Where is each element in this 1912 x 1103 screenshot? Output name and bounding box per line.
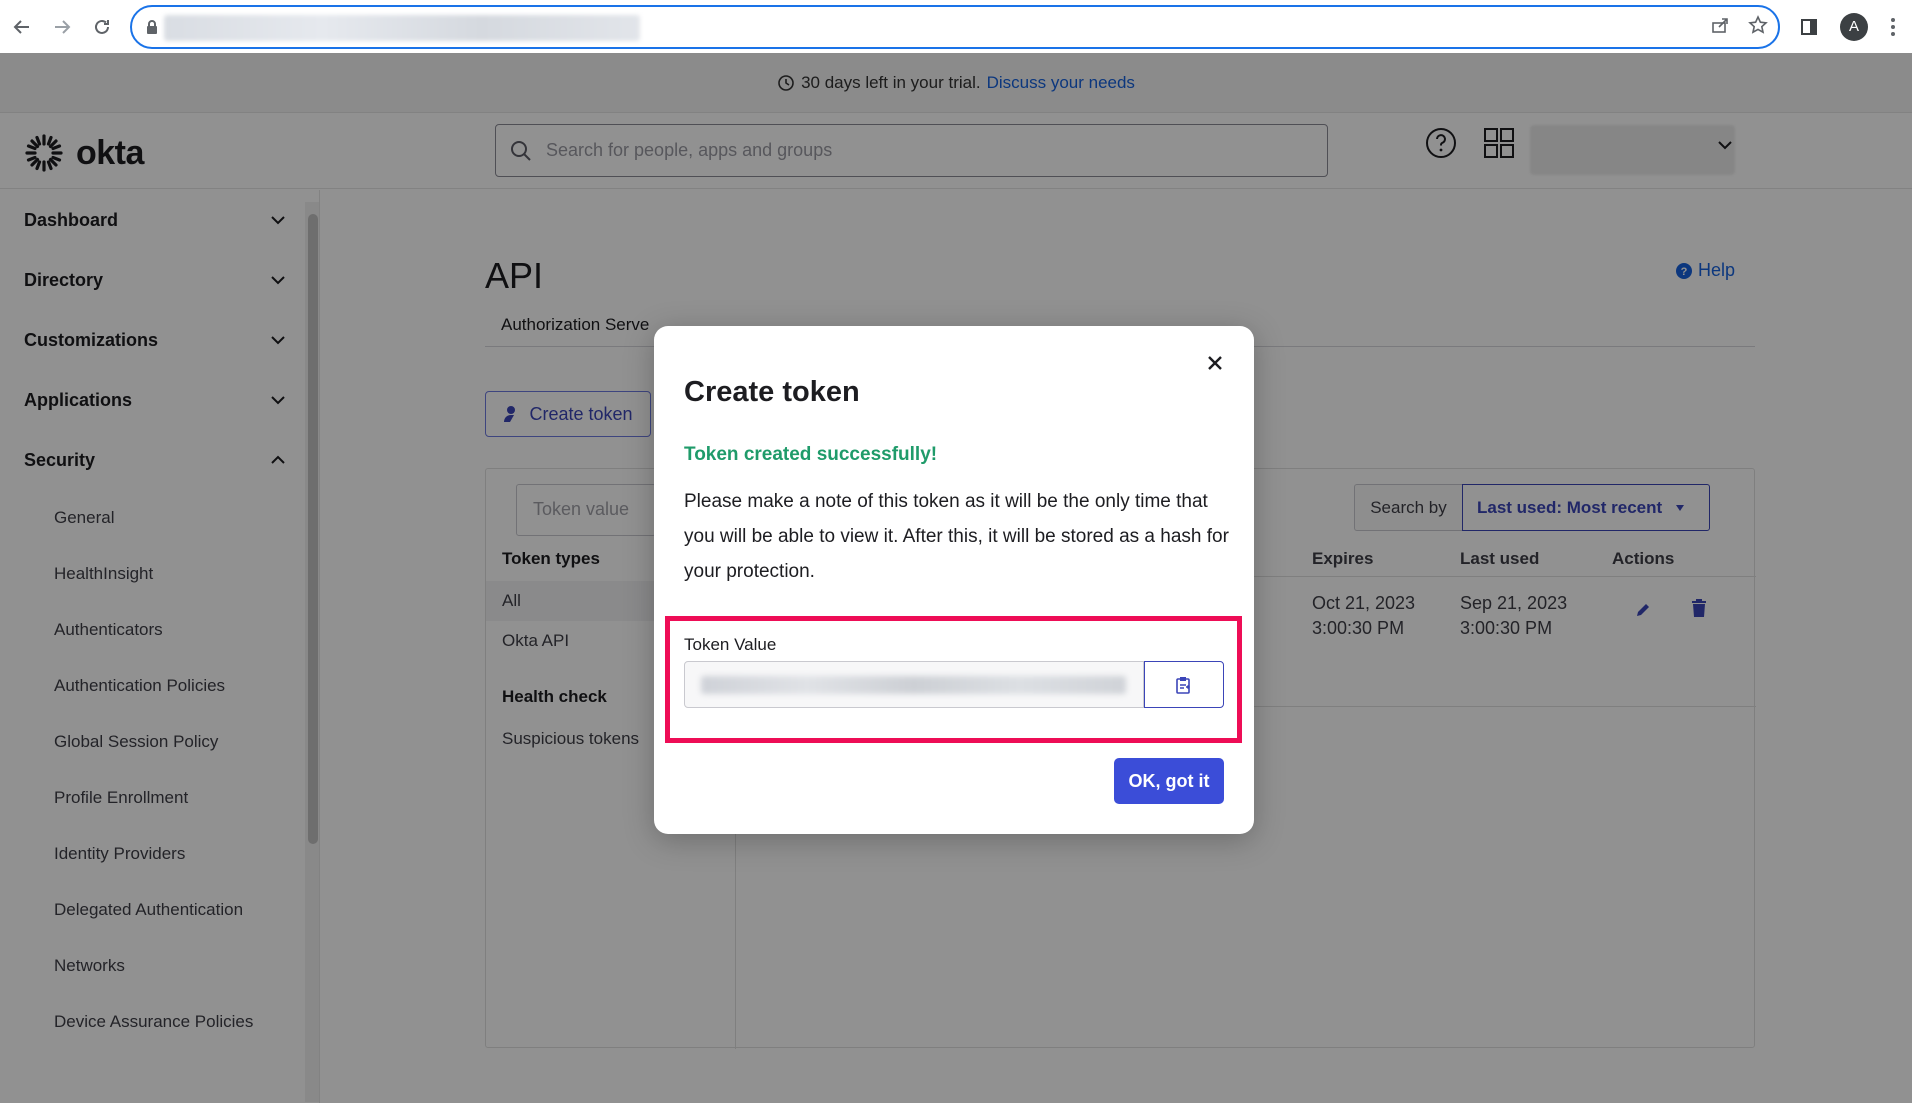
success-message: Token created successfully!	[684, 444, 938, 465]
copy-token-button[interactable]	[1144, 661, 1224, 708]
dialog-title: Create token	[684, 376, 860, 408]
close-icon	[1208, 356, 1222, 370]
reload-icon	[95, 19, 109, 34]
arrow-left-icon	[13, 19, 29, 34]
dialog-body-text: Please make a note of this token as it w…	[684, 491, 1229, 582]
arrow-right-icon	[55, 19, 71, 34]
more-vert-icon[interactable]	[1890, 17, 1896, 37]
reload-button[interactable]	[82, 7, 122, 47]
token-value-label: Token Value	[684, 635, 777, 654]
token-value-field[interactable]	[684, 661, 1144, 708]
token-value-text	[701, 676, 1126, 694]
lock-icon	[147, 20, 157, 34]
back-button[interactable]	[2, 7, 42, 47]
side-panel-icon[interactable]	[1800, 18, 1818, 36]
star-icon[interactable]	[1748, 15, 1768, 35]
create-token-dialog: Create token Token created successfully!…	[654, 326, 1254, 834]
clipboard-icon	[1176, 676, 1190, 694]
share-icon[interactable]	[1710, 15, 1730, 35]
url-text	[164, 15, 640, 41]
profile-avatar[interactable]: A	[1840, 12, 1868, 41]
forward-button[interactable]	[42, 7, 82, 47]
ok-got-it-button[interactable]: OK, got it	[1114, 758, 1224, 804]
close-button[interactable]	[1202, 350, 1228, 376]
address-bar[interactable]	[130, 5, 1780, 49]
browser-toolbar: A	[0, 0, 1912, 53]
